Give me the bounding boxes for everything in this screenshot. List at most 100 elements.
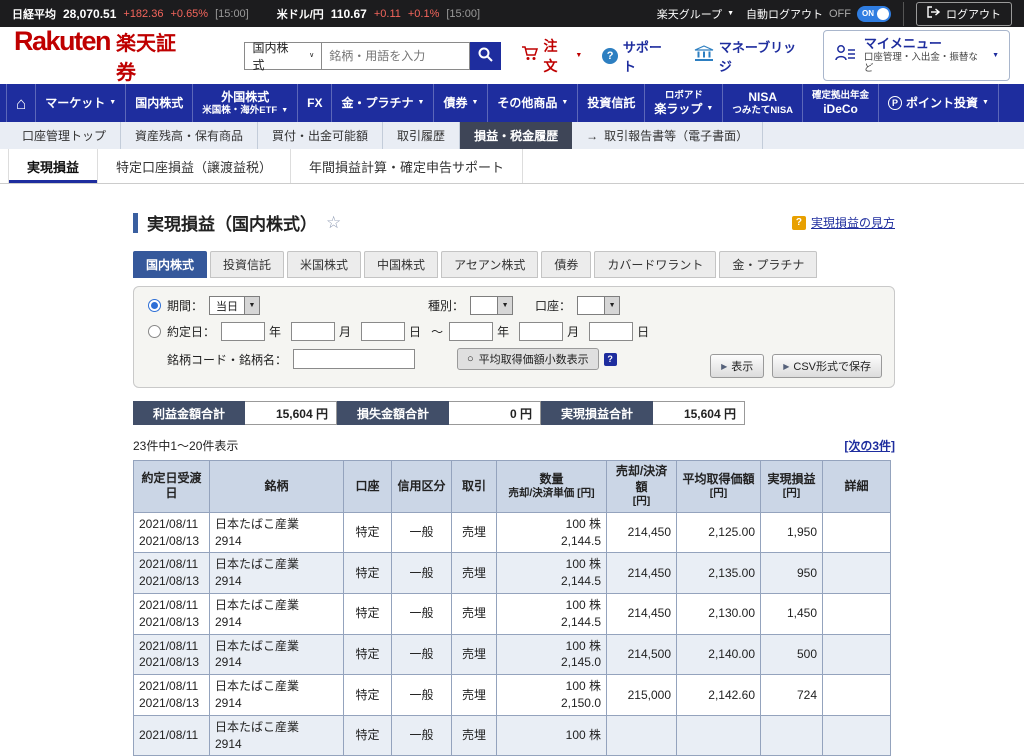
subnav-item-account-top[interactable]: 口座管理トップ: [8, 122, 121, 149]
col-header-trade: 取引: [452, 461, 497, 513]
subnav-item-trade-reports[interactable]: → 取引報告書等（電子書面）: [572, 122, 763, 149]
table-row: 2021/08/112021/08/13 日本たばこ産業2914 特定 一般 売…: [134, 512, 891, 553]
col-header-account: 口座: [344, 461, 392, 513]
nav-item-market[interactable]: マーケット ▼: [36, 84, 126, 122]
support-menu[interactable]: ? サポート: [602, 37, 674, 75]
search-area: 国内株式 ∨: [244, 42, 500, 70]
nav-item-ideco[interactable]: 確定拠出年金 iDeCo: [803, 84, 879, 122]
period-select[interactable]: 当日 ▼: [209, 296, 260, 315]
tab-specific-account-pl[interactable]: 特定口座損益（譲渡益税）: [98, 149, 291, 183]
cat-tab-domestic-stocks[interactable]: 国内株式: [133, 251, 207, 278]
nav-item-domestic-stocks[interactable]: 国内株式: [126, 84, 193, 122]
nav-label: その他商品: [497, 96, 557, 110]
col-header-symbol: 銘柄: [210, 461, 344, 513]
search-button[interactable]: [470, 42, 500, 70]
detail-cell: [823, 634, 891, 675]
person-list-icon: [834, 44, 856, 67]
to-year-input[interactable]: [449, 322, 493, 341]
show-button[interactable]: ▶ 表示: [710, 354, 764, 378]
logout-button[interactable]: ログアウト: [916, 2, 1012, 26]
support-label: サポート: [623, 37, 674, 75]
search-category-value: 国内株式: [252, 39, 297, 73]
chevron-down-icon: ▼: [727, 10, 734, 17]
nav-item-other-products[interactable]: その他商品▼: [488, 84, 578, 122]
cat-tab-china-stocks[interactable]: 中国株式: [364, 251, 438, 278]
nikkei-change: +182.36: [123, 8, 163, 20]
nikkei-label: 日経平均: [12, 6, 56, 22]
subnav-item-profit-loss-tax[interactable]: 損益・税金履歴: [460, 122, 572, 149]
nav-label: 投資信託: [587, 96, 635, 110]
subnav-item-asset-balance[interactable]: 資産残高・保有商品: [121, 122, 258, 149]
nav-item-point-investment[interactable]: Pポイント投資▼: [879, 84, 999, 122]
to-month-input[interactable]: [519, 322, 563, 341]
cat-tab-covered-warrants[interactable]: カバードワラント: [594, 251, 716, 278]
from-day-input[interactable]: [361, 322, 405, 341]
rakuten-group-dropdown[interactable]: 楽天グループ ▼: [657, 6, 734, 22]
tab-realized-profit-loss[interactable]: 実現損益: [8, 149, 98, 183]
logo-text-jp: 楽天証券: [116, 27, 192, 85]
csv-save-button[interactable]: ▶ CSV形式で保存: [772, 354, 882, 378]
nav-item-home[interactable]: ⌂: [6, 84, 36, 122]
my-menu-button[interactable]: マイメニュー 口座管理・入出金・振替など ▼: [823, 30, 1010, 80]
period-radio[interactable]: [148, 299, 161, 312]
nav-label: 金・プラチナ: [341, 96, 413, 110]
nav-item-robo-advisor[interactable]: ロボアド 楽ラップ▼: [645, 84, 723, 122]
usdjpy-time: [15:00]: [446, 8, 480, 20]
nav-item-fx[interactable]: FX: [298, 84, 332, 122]
next-page-link[interactable]: [次の3件]: [844, 437, 895, 454]
circle-icon: ○: [467, 353, 474, 365]
csv-button-label: CSV形式で保存: [793, 358, 871, 374]
realized-pl-guide-link[interactable]: 実現損益の見方: [811, 214, 895, 231]
trade-date-radio[interactable]: [148, 325, 161, 338]
search-category-select[interactable]: 国内株式 ∨: [244, 42, 322, 70]
page-title: 実現損益（国内株式）: [147, 210, 317, 235]
chevron-down-icon: ▼: [497, 297, 512, 314]
from-year-input[interactable]: [221, 322, 265, 341]
toggle-knob: [877, 8, 889, 20]
avg-price-decimal-toggle[interactable]: ○ 平均取得価額小数表示: [457, 348, 599, 370]
loss-total-label: 損失金額合計: [337, 401, 449, 425]
cat-tab-asean-stocks[interactable]: アセアン株式: [441, 251, 538, 278]
search-input[interactable]: [322, 42, 470, 70]
page-tabs: 実現損益 特定口座損益（譲渡益税） 年間損益計算・確定申告サポート: [0, 149, 1024, 184]
nav-item-bonds[interactable]: 債券▼: [434, 84, 488, 122]
account-select[interactable]: ▼: [577, 296, 620, 315]
money-bridge-menu[interactable]: マネーブリッジ: [694, 37, 807, 75]
auto-logout-toggle[interactable]: ON: [857, 6, 891, 22]
table-header-row: 約定日受渡日 銘柄 口座 信用区分 取引 数量売却/決済単価 [円] 売却/決済…: [134, 461, 891, 513]
from-month-input[interactable]: [291, 322, 335, 341]
usdjpy-change: +0.11: [374, 8, 401, 20]
symbol-input[interactable]: [293, 349, 415, 369]
cat-tab-us-stocks[interactable]: 米国株式: [287, 251, 361, 278]
nav-label: 楽ラップ: [654, 102, 702, 116]
cat-tab-mutual-funds[interactable]: 投資信託: [210, 251, 284, 278]
main-content: 実現損益（国内株式） ☆ ? 実現損益の見方 国内株式 投資信託 米国株式 中国…: [133, 210, 895, 756]
favorite-star-icon[interactable]: ☆: [326, 213, 341, 233]
chevron-down-icon: ▼: [992, 52, 999, 59]
subnav-item-available-funds[interactable]: 買付・出金可能額: [258, 122, 383, 149]
nav-label: iDeCo: [823, 102, 858, 116]
nav-label: マーケット: [45, 96, 105, 110]
cat-tab-bonds[interactable]: 債券: [541, 251, 591, 278]
usdjpy-label: 米ドル/円: [277, 6, 324, 22]
nav-item-gold-platinum[interactable]: 金・プラチナ▼: [332, 84, 434, 122]
nav-item-mutual-funds[interactable]: 投資信託: [578, 84, 645, 122]
rakuten-securities-logo[interactable]: Rakuten 楽天証券: [14, 26, 192, 85]
to-day-input[interactable]: [589, 322, 633, 341]
avg-price-help-icon[interactable]: ?: [604, 353, 617, 366]
nav-item-nisa[interactable]: NISA つみたてNISA: [723, 84, 803, 122]
chevron-down-icon: ▼: [982, 99, 989, 106]
nav-sublabel: 米国株・海外ETF: [202, 105, 277, 116]
logo-text-en: Rakuten: [14, 26, 110, 57]
help-question-icon[interactable]: ?: [792, 216, 806, 230]
cat-tab-gold-platinum[interactable]: 金・プラチナ: [719, 251, 817, 278]
chevron-down-icon: ▼: [109, 99, 116, 106]
subnav-item-trade-history[interactable]: 取引履歴: [383, 122, 460, 149]
detail-cell: [823, 675, 891, 716]
type-select[interactable]: ▼: [470, 296, 513, 315]
realized-pl-table: 約定日受渡日 銘柄 口座 信用区分 取引 数量売却/決済単価 [円] 売却/決済…: [133, 460, 891, 756]
nav-item-foreign-stocks[interactable]: 外国株式 米国株・海外ETF▼: [193, 84, 298, 122]
order-menu[interactable]: 注文 ▼: [521, 36, 583, 76]
tab-annual-pl-tax-support[interactable]: 年間損益計算・確定申告サポート: [291, 149, 523, 183]
nav-label: ポイント投資: [906, 96, 978, 110]
